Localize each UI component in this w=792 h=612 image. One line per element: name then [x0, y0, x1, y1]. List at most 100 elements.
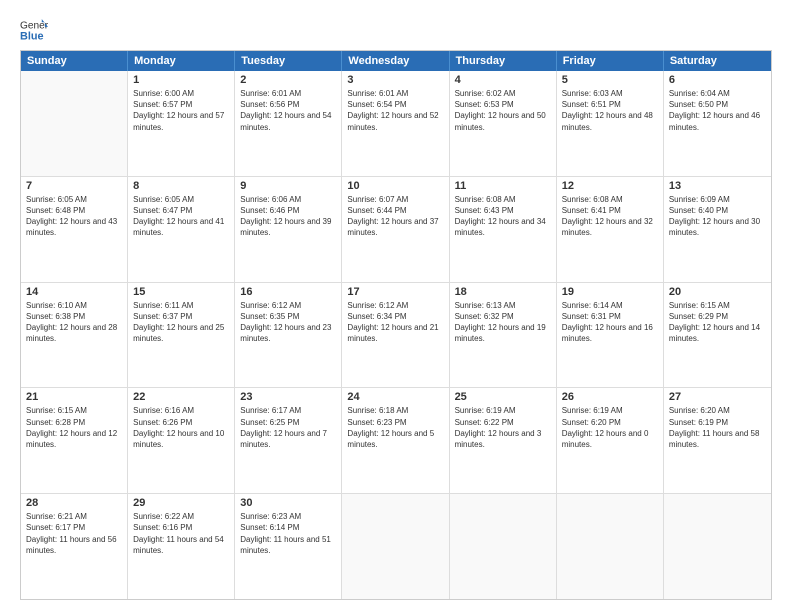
sun-info: Sunrise: 6:12 AMSunset: 6:34 PMDaylight:… [347, 300, 443, 345]
day-number: 28 [26, 497, 122, 509]
sun-info: Sunrise: 6:16 AMSunset: 6:26 PMDaylight:… [133, 405, 229, 450]
sun-info: Sunrise: 6:03 AMSunset: 6:51 PMDaylight:… [562, 88, 658, 133]
sun-info: Sunrise: 6:01 AMSunset: 6:56 PMDaylight:… [240, 88, 336, 133]
day-number: 3 [347, 74, 443, 86]
sun-info: Sunrise: 6:21 AMSunset: 6:17 PMDaylight:… [26, 511, 122, 556]
day-number: 26 [562, 391, 658, 403]
calendar-day-cell: 27 Sunrise: 6:20 AMSunset: 6:19 PMDayligh… [664, 388, 771, 493]
logo-icon: General Blue [20, 16, 48, 44]
calendar-body: 1 Sunrise: 6:00 AMSunset: 6:57 PMDaylight… [21, 71, 771, 599]
day-number: 11 [455, 180, 551, 192]
sun-info: Sunrise: 6:18 AMSunset: 6:23 PMDaylight:… [347, 405, 443, 450]
sun-info: Sunrise: 6:17 AMSunset: 6:25 PMDaylight:… [240, 405, 336, 450]
calendar-day-cell: 13 Sunrise: 6:09 AMSunset: 6:40 PMDayligh… [664, 177, 771, 282]
sun-info: Sunrise: 6:07 AMSunset: 6:44 PMDaylight:… [347, 194, 443, 239]
day-number: 16 [240, 286, 336, 298]
calendar-day-cell: 19 Sunrise: 6:14 AMSunset: 6:31 PMDayligh… [557, 283, 664, 388]
sun-info: Sunrise: 6:09 AMSunset: 6:40 PMDaylight:… [669, 194, 766, 239]
calendar-day-cell: 9 Sunrise: 6:06 AMSunset: 6:46 PMDaylight… [235, 177, 342, 282]
day-number: 24 [347, 391, 443, 403]
sun-info: Sunrise: 6:00 AMSunset: 6:57 PMDaylight:… [133, 88, 229, 133]
svg-text:Blue: Blue [20, 30, 44, 42]
sun-info: Sunrise: 6:14 AMSunset: 6:31 PMDaylight:… [562, 300, 658, 345]
day-number: 4 [455, 74, 551, 86]
day-number: 27 [669, 391, 766, 403]
empty-cell [557, 494, 664, 599]
calendar-day-cell: 24 Sunrise: 6:18 AMSunset: 6:23 PMDayligh… [342, 388, 449, 493]
day-number: 19 [562, 286, 658, 298]
sun-info: Sunrise: 6:15 AMSunset: 6:28 PMDaylight:… [26, 405, 122, 450]
day-number: 29 [133, 497, 229, 509]
day-number: 22 [133, 391, 229, 403]
day-number: 21 [26, 391, 122, 403]
day-number: 20 [669, 286, 766, 298]
calendar-day-cell: 5 Sunrise: 6:03 AMSunset: 6:51 PMDaylight… [557, 71, 664, 176]
calendar-day-cell: 26 Sunrise: 6:19 AMSunset: 6:20 PMDayligh… [557, 388, 664, 493]
sun-info: Sunrise: 6:06 AMSunset: 6:46 PMDaylight:… [240, 194, 336, 239]
calendar-day-cell: 2 Sunrise: 6:01 AMSunset: 6:56 PMDaylight… [235, 71, 342, 176]
empty-cell [664, 494, 771, 599]
sun-info: Sunrise: 6:08 AMSunset: 6:43 PMDaylight:… [455, 194, 551, 239]
calendar-day-cell: 22 Sunrise: 6:16 AMSunset: 6:26 PMDayligh… [128, 388, 235, 493]
calendar-day-cell: 10 Sunrise: 6:07 AMSunset: 6:44 PMDayligh… [342, 177, 449, 282]
page-header: General Blue [20, 16, 772, 44]
day-number: 6 [669, 74, 766, 86]
calendar-day-cell: 11 Sunrise: 6:08 AMSunset: 6:43 PMDayligh… [450, 177, 557, 282]
day-number: 30 [240, 497, 336, 509]
sun-info: Sunrise: 6:01 AMSunset: 6:54 PMDaylight:… [347, 88, 443, 133]
calendar-header: SundayMondayTuesdayWednesdayThursdayFrid… [21, 51, 771, 71]
day-number: 2 [240, 74, 336, 86]
calendar-week-row: 28 Sunrise: 6:21 AMSunset: 6:17 PMDayligh… [21, 494, 771, 599]
calendar-day-cell: 21 Sunrise: 6:15 AMSunset: 6:28 PMDayligh… [21, 388, 128, 493]
weekday-header: Monday [128, 51, 235, 71]
calendar-day-cell: 15Sunrise: 6:11 AMSunset: 6:37 PMDayligh… [128, 283, 235, 388]
calendar-day-cell: 23Sunrise: 6:17 AMSunset: 6:25 PMDayligh… [235, 388, 342, 493]
calendar-day-cell: 14 Sunrise: 6:10 AMSunset: 6:38 PMDayligh… [21, 283, 128, 388]
sun-info: Sunrise: 6:15 AMSunset: 6:29 PMDaylight:… [669, 300, 766, 345]
weekday-header: Sunday [21, 51, 128, 71]
sun-info: Sunrise: 6:22 AMSunset: 6:16 PMDaylight:… [133, 511, 229, 556]
day-number: 14 [26, 286, 122, 298]
sun-info: Sunrise: 6:08 AMSunset: 6:41 PMDaylight:… [562, 194, 658, 239]
sun-info: Sunrise: 6:12 AMSunset: 6:35 PMDaylight:… [240, 300, 336, 345]
calendar-day-cell: 6Sunrise: 6:04 AMSunset: 6:50 PMDaylight… [664, 71, 771, 176]
empty-cell [342, 494, 449, 599]
sun-info: Sunrise: 6:23 AMSunset: 6:14 PMDaylight:… [240, 511, 336, 556]
day-number: 12 [562, 180, 658, 192]
calendar-day-cell: 1 Sunrise: 6:00 AMSunset: 6:57 PMDaylight… [128, 71, 235, 176]
day-number: 25 [455, 391, 551, 403]
sun-info: Sunrise: 6:20 AMSunset: 6:19 PMDaylight:… [669, 405, 766, 450]
calendar-day-cell: 18 Sunrise: 6:13 AMSunset: 6:32 PMDayligh… [450, 283, 557, 388]
weekday-header: Friday [557, 51, 664, 71]
day-number: 18 [455, 286, 551, 298]
calendar-day-cell: 3 Sunrise: 6:01 AMSunset: 6:54 PMDaylight… [342, 71, 449, 176]
calendar-day-cell: 4Sunrise: 6:02 AMSunset: 6:53 PMDaylight… [450, 71, 557, 176]
sun-info: Sunrise: 6:13 AMSunset: 6:32 PMDaylight:… [455, 300, 551, 345]
sun-info: Sunrise: 6:19 AMSunset: 6:20 PMDaylight:… [562, 405, 658, 450]
weekday-header: Wednesday [342, 51, 449, 71]
calendar-week-row: 14 Sunrise: 6:10 AMSunset: 6:38 PMDayligh… [21, 283, 771, 389]
day-number: 8 [133, 180, 229, 192]
day-number: 13 [669, 180, 766, 192]
calendar-day-cell: 20 Sunrise: 6:15 AMSunset: 6:29 PMDayligh… [664, 283, 771, 388]
day-number: 15 [133, 286, 229, 298]
day-number: 10 [347, 180, 443, 192]
empty-cell [21, 71, 128, 176]
calendar-day-cell: 16 Sunrise: 6:12 AMSunset: 6:35 PMDayligh… [235, 283, 342, 388]
day-number: 7 [26, 180, 122, 192]
calendar-week-row: 7 Sunrise: 6:05 AMSunset: 6:48 PMDaylight… [21, 177, 771, 283]
calendar-day-cell: 17Sunrise: 6:12 AMSunset: 6:34 PMDayligh… [342, 283, 449, 388]
calendar-day-cell: 7 Sunrise: 6:05 AMSunset: 6:48 PMDaylight… [21, 177, 128, 282]
sun-info: Sunrise: 6:10 AMSunset: 6:38 PMDaylight:… [26, 300, 122, 345]
calendar-day-cell: 8Sunrise: 6:05 AMSunset: 6:47 PMDaylight… [128, 177, 235, 282]
day-number: 5 [562, 74, 658, 86]
calendar-week-row: 1 Sunrise: 6:00 AMSunset: 6:57 PMDaylight… [21, 71, 771, 177]
calendar-day-cell: 29 Sunrise: 6:22 AMSunset: 6:16 PMDayligh… [128, 494, 235, 599]
calendar-day-cell: 30 Sunrise: 6:23 AMSunset: 6:14 PMDayligh… [235, 494, 342, 599]
day-number: 1 [133, 74, 229, 86]
day-number: 9 [240, 180, 336, 192]
sun-info: Sunrise: 6:05 AMSunset: 6:48 PMDaylight:… [26, 194, 122, 239]
weekday-header: Tuesday [235, 51, 342, 71]
sun-info: Sunrise: 6:19 AMSunset: 6:22 PMDaylight:… [455, 405, 551, 450]
calendar-day-cell: 28 Sunrise: 6:21 AMSunset: 6:17 PMDayligh… [21, 494, 128, 599]
